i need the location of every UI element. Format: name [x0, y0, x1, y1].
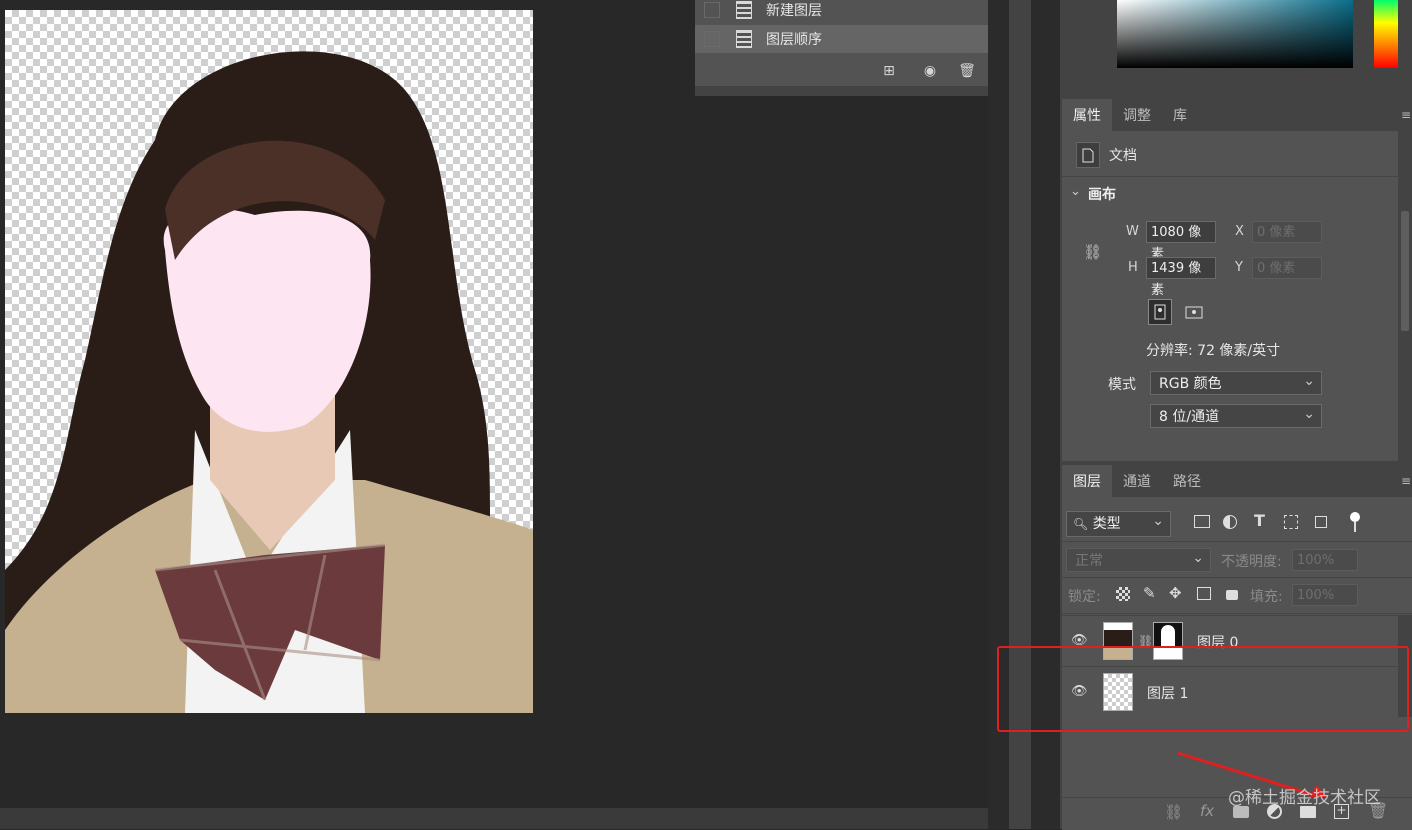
lock-image-pixels-icon[interactable]: ✎: [1143, 584, 1156, 602]
layer-filter-select[interactable]: 🔍︎ 类型: [1066, 509, 1171, 537]
divider: [1062, 176, 1398, 177]
blend-mode-value: 正常: [1075, 553, 1103, 569]
document-canvas[interactable]: [5, 10, 533, 713]
layer-filter-value: 类型: [1092, 516, 1121, 532]
history-panel: 新建图层 图层顺序 ⌄ ⊞ ◉ 🗑: [695, 0, 1009, 96]
history-item[interactable]: 新建图层: [695, 0, 990, 24]
w-label: W: [1126, 224, 1139, 239]
divider: [1062, 577, 1412, 578]
document-icon: [736, 1, 752, 19]
blend-mode-select[interactable]: 正常: [1066, 546, 1211, 572]
trash-icon[interactable]: 🗑: [958, 62, 976, 80]
divider: [1062, 613, 1412, 614]
link-layers-icon[interactable]: ⛓: [1164, 803, 1183, 821]
opacity-label: 不透明度:: [1221, 554, 1282, 570]
divider: [1062, 541, 1412, 542]
tab-channels[interactable]: 通道: [1112, 465, 1162, 497]
history-item-label: 新建图层: [766, 3, 822, 19]
tab-libraries[interactable]: 库: [1162, 99, 1198, 131]
pixel-layer-filter-icon[interactable]: [1194, 515, 1210, 528]
layers-tabbar: 图层 通道 路径: [1062, 465, 1412, 497]
shape-layer-filter-icon[interactable]: [1284, 515, 1298, 529]
lock-transparent-pixels-icon[interactable]: [1116, 587, 1130, 601]
x-label: X: [1235, 224, 1244, 239]
bit-depth-value: 8 位/通道: [1159, 409, 1220, 425]
y-field[interactable]: 0 像素: [1252, 257, 1322, 279]
tab-paths[interactable]: 路径: [1162, 465, 1212, 497]
fill-label: 填充:: [1250, 589, 1283, 605]
lock-label: 锁定:: [1068, 589, 1101, 605]
history-checkbox[interactable]: [704, 2, 720, 18]
smart-object-filter-icon[interactable]: [1315, 516, 1327, 528]
section-title: 画布: [1088, 187, 1116, 203]
type-layer-filter-icon[interactable]: T: [1254, 511, 1265, 530]
document-icon: [736, 30, 752, 48]
search-icon: 🔍︎: [1073, 517, 1089, 531]
horizontal-scrollbar[interactable]: [0, 808, 988, 829]
opacity-field[interactable]: 100%: [1292, 549, 1358, 571]
width-field[interactable]: 1080 像素: [1146, 221, 1216, 262]
panel-menu-icon[interactable]: ≡: [1401, 108, 1411, 122]
link-icon[interactable]: ⛓: [1083, 243, 1102, 261]
watermark: @稀土掘金技术社区: [1228, 788, 1381, 808]
resolution-label: 分辨率: 72 像素/英寸: [1146, 343, 1281, 359]
bit-depth-select[interactable]: 8 位/通道: [1150, 402, 1322, 428]
color-mode-select[interactable]: RGB 颜色: [1150, 369, 1322, 395]
x-field[interactable]: 0 像素: [1252, 221, 1322, 243]
tab-layers[interactable]: 图层: [1062, 465, 1112, 497]
filter-toggle-stem: [1354, 522, 1356, 532]
camera-icon[interactable]: ◉: [921, 62, 939, 80]
chevron-down-icon[interactable]: ⌄: [1070, 184, 1081, 199]
fx-icon[interactable]: fx: [1200, 802, 1214, 820]
portrait-image: [5, 51, 533, 713]
properties-tabbar: 属性 调整 库: [1062, 99, 1412, 131]
filter-toggle-icon[interactable]: [1350, 512, 1360, 522]
tab-adjustments[interactable]: 调整: [1112, 99, 1162, 131]
layers-panel-menu-icon[interactable]: ≡: [1401, 474, 1411, 488]
history-checkbox[interactable]: [704, 31, 720, 47]
fill-field[interactable]: 100%: [1292, 584, 1358, 606]
y-label: Y: [1235, 260, 1243, 275]
lock-all-icon[interactable]: [1226, 590, 1238, 600]
document-icon: [1076, 142, 1100, 168]
hue-slider[interactable]: [1374, 0, 1398, 68]
mode-label: 模式: [1108, 377, 1136, 393]
color-picker-field[interactable]: [1117, 0, 1353, 68]
highlight-box: [997, 646, 1409, 732]
new-document-from-state-icon[interactable]: ⊞: [880, 62, 898, 80]
h-label: H: [1128, 260, 1138, 275]
doc-label: 文档: [1109, 148, 1137, 164]
height-field[interactable]: 1439 像素: [1146, 257, 1216, 298]
color-mode-value: RGB 颜色: [1159, 376, 1222, 392]
tab-properties[interactable]: 属性: [1062, 99, 1112, 131]
prevent-auto-nesting-icon[interactable]: [1197, 587, 1211, 600]
lock-position-icon[interactable]: ✥: [1169, 584, 1182, 602]
properties-scrollbar[interactable]: [1398, 131, 1412, 461]
landscape-orientation-icon[interactable]: [1182, 301, 1206, 323]
history-item-label: 图层顺序: [766, 32, 822, 48]
portrait-orientation-icon[interactable]: [1148, 299, 1172, 325]
history-item-selected[interactable]: 图层顺序: [695, 25, 990, 53]
panel-divider[interactable]: [695, 86, 1009, 96]
adjustment-layer-filter-icon[interactable]: [1223, 515, 1237, 529]
